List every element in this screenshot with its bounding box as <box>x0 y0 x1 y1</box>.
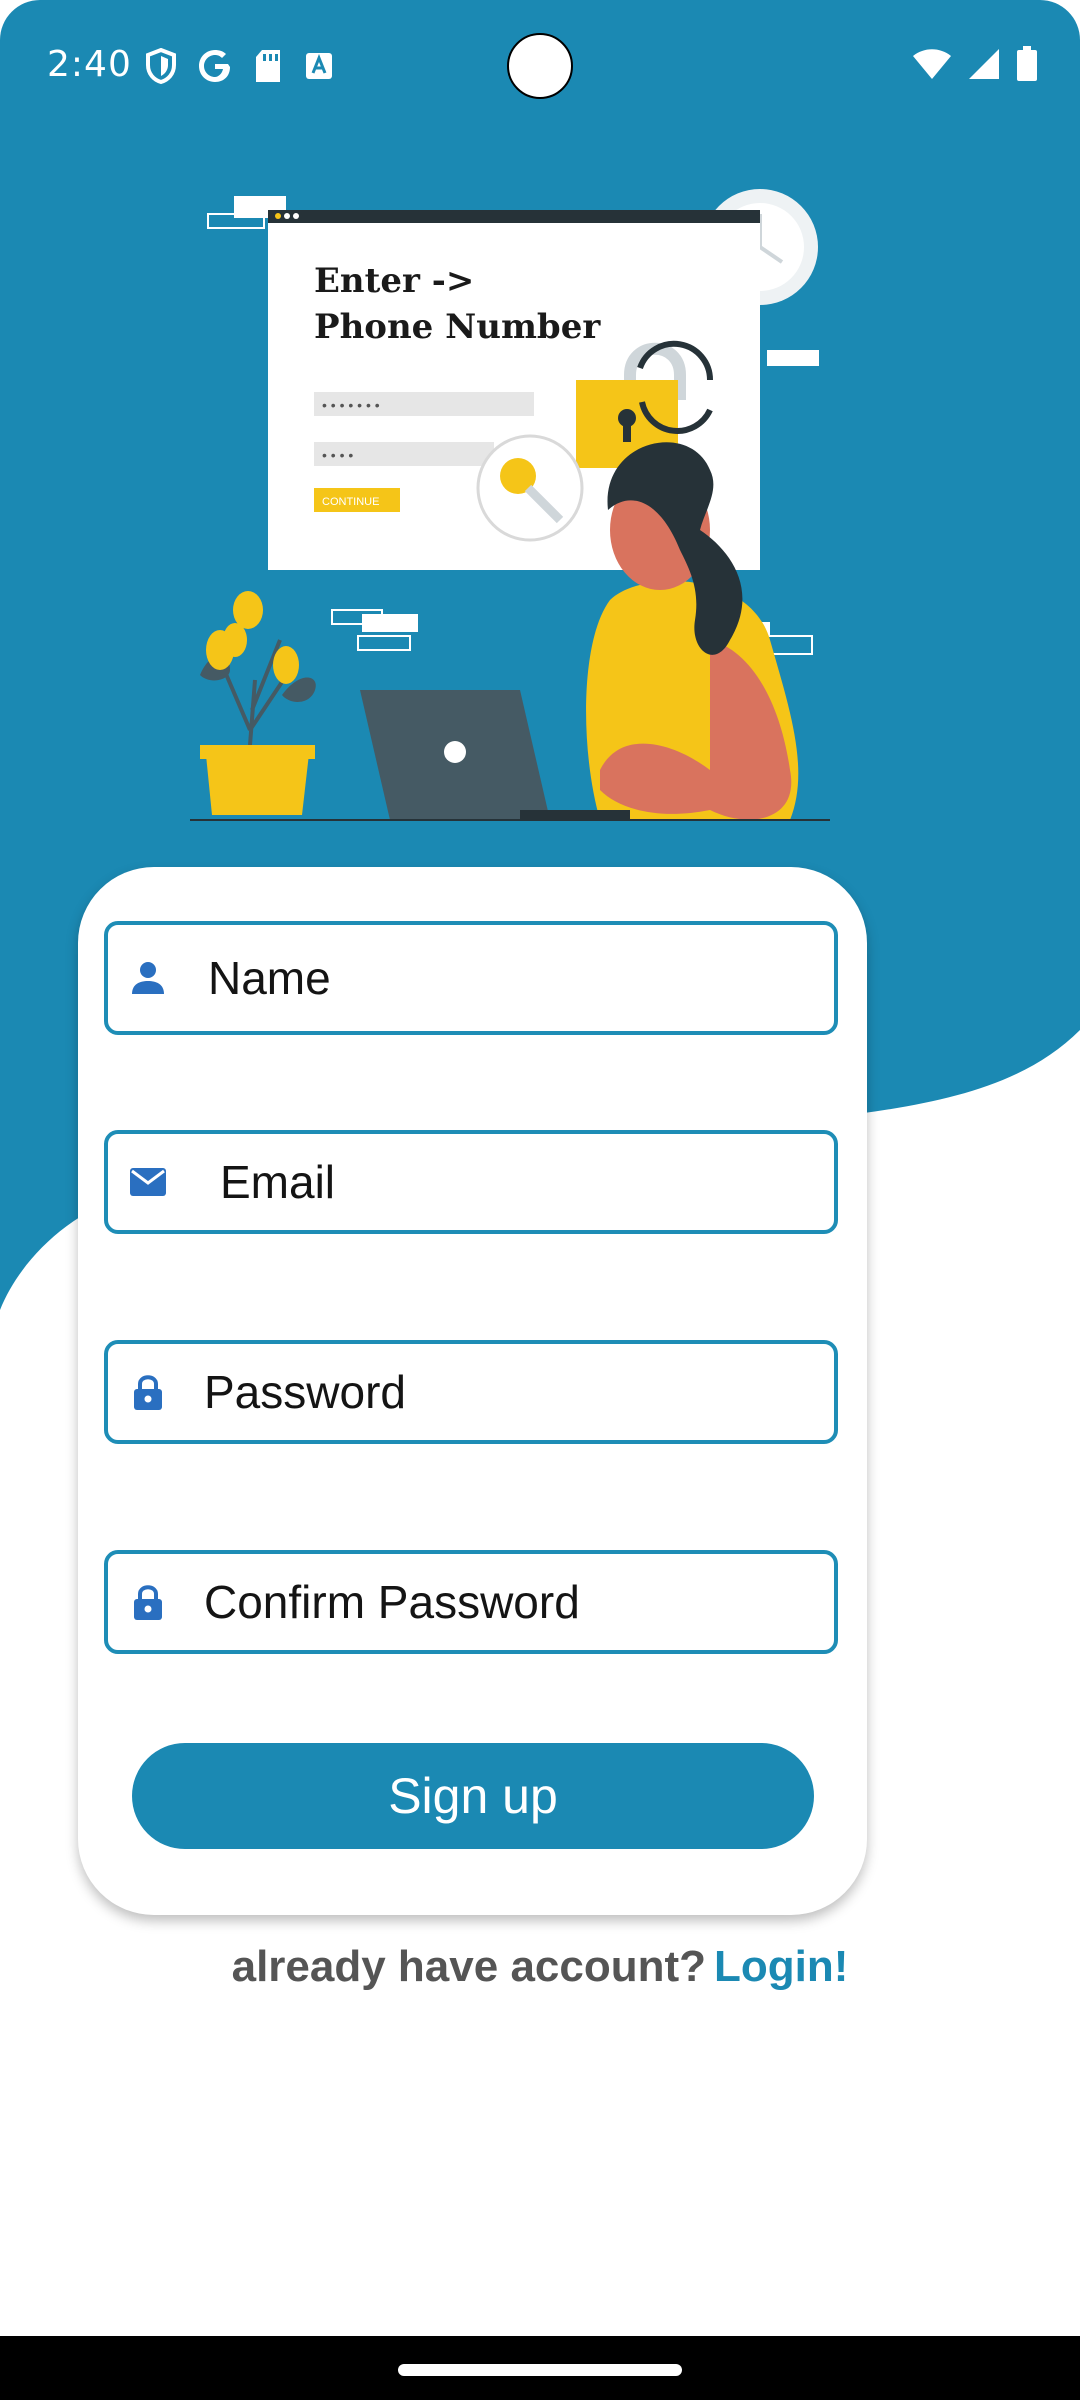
text-recognition-icon <box>306 53 332 79</box>
status-time: 2:40 <box>47 44 132 85</box>
home-gesture-handle[interactable] <box>398 2364 682 2376</box>
illustration-heading-line2: Phone Number <box>314 307 601 347</box>
login-illustration: Enter -> Phone Number • • • • • • • • • … <box>190 189 830 821</box>
sd-card-icon <box>256 50 280 82</box>
battery-icon <box>1017 46 1037 81</box>
email-field[interactable]: Email <box>104 1130 838 1234</box>
camera-cutout <box>507 33 573 99</box>
login-prompt: already have account? Login! <box>0 1942 1080 1992</box>
login-link[interactable]: Login! <box>714 1942 848 1991</box>
status-bar: 2:40 <box>0 0 1080 130</box>
password-field[interactable]: Password <box>104 1340 838 1444</box>
status-system-icons <box>912 46 1038 82</box>
shield-icon <box>146 48 176 84</box>
illustration-continue-label: CONTINUE <box>322 496 379 508</box>
name-field[interactable]: Name <box>104 921 838 1035</box>
signup-form-card: Name Email Password Confirm Password Sig… <box>78 867 867 1915</box>
cellular-signal-icon <box>969 49 999 79</box>
signup-button[interactable]: Sign up <box>132 1743 814 1849</box>
password-placeholder: Password <box>204 1366 406 1418</box>
lock-icon <box>130 1584 166 1620</box>
confirm-password-field[interactable]: Confirm Password <box>104 1550 838 1654</box>
status-notification-icons <box>146 48 334 84</box>
already-have-account-text: already have account? <box>231 1942 707 1991</box>
wifi-icon <box>913 49 951 79</box>
google-icon <box>199 50 230 82</box>
name-placeholder: Name <box>208 952 331 1004</box>
illustration-field1-dots: • • • • • • • <box>322 397 380 413</box>
signup-screen: 2:40 Enter -> Phone Number • • • • • • •… <box>0 0 1080 2400</box>
illustration-heading-line1: Enter -> <box>314 261 474 301</box>
email-placeholder: Email <box>220 1156 336 1208</box>
lock-icon <box>130 1374 166 1410</box>
mail-icon <box>130 1164 166 1200</box>
confirm-password-placeholder: Confirm Password <box>204 1576 580 1628</box>
person-icon <box>130 960 166 996</box>
illustration-field2-dots: • • • • <box>322 447 353 463</box>
